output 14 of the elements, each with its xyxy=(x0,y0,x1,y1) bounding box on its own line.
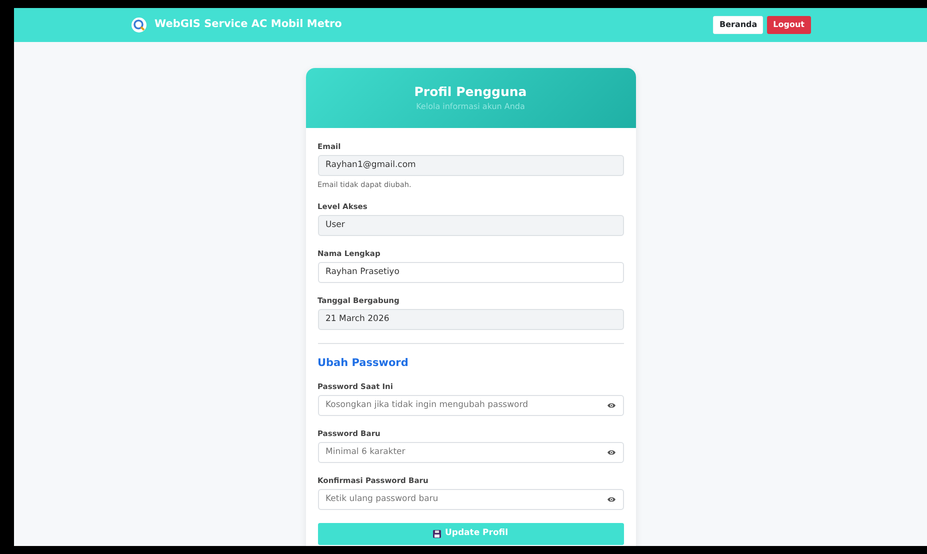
eye-icon[interactable] xyxy=(606,448,616,456)
password-field[interactable]: Ketik ulang password baru xyxy=(318,488,624,510)
input-field[interactable]: Rayhan Prasetiyo xyxy=(318,262,624,283)
logo-icon xyxy=(130,17,146,33)
nav-button[interactable]: Beranda xyxy=(713,16,764,34)
password-field[interactable]: Minimal 6 karakter xyxy=(318,442,624,463)
card-subtitle: Kelola informasi akun Anda xyxy=(416,101,525,114)
nav-button[interactable]: Logout xyxy=(767,16,810,34)
card-title: Profil Pengguna xyxy=(414,82,527,101)
eye-icon[interactable] xyxy=(606,402,616,409)
password-field[interactable]: Kosongkan jika tidak ingin mengubah password xyxy=(318,394,624,416)
section-heading: Ubah Password xyxy=(318,356,410,371)
save-icon xyxy=(432,530,441,538)
eye-icon[interactable] xyxy=(606,496,616,503)
